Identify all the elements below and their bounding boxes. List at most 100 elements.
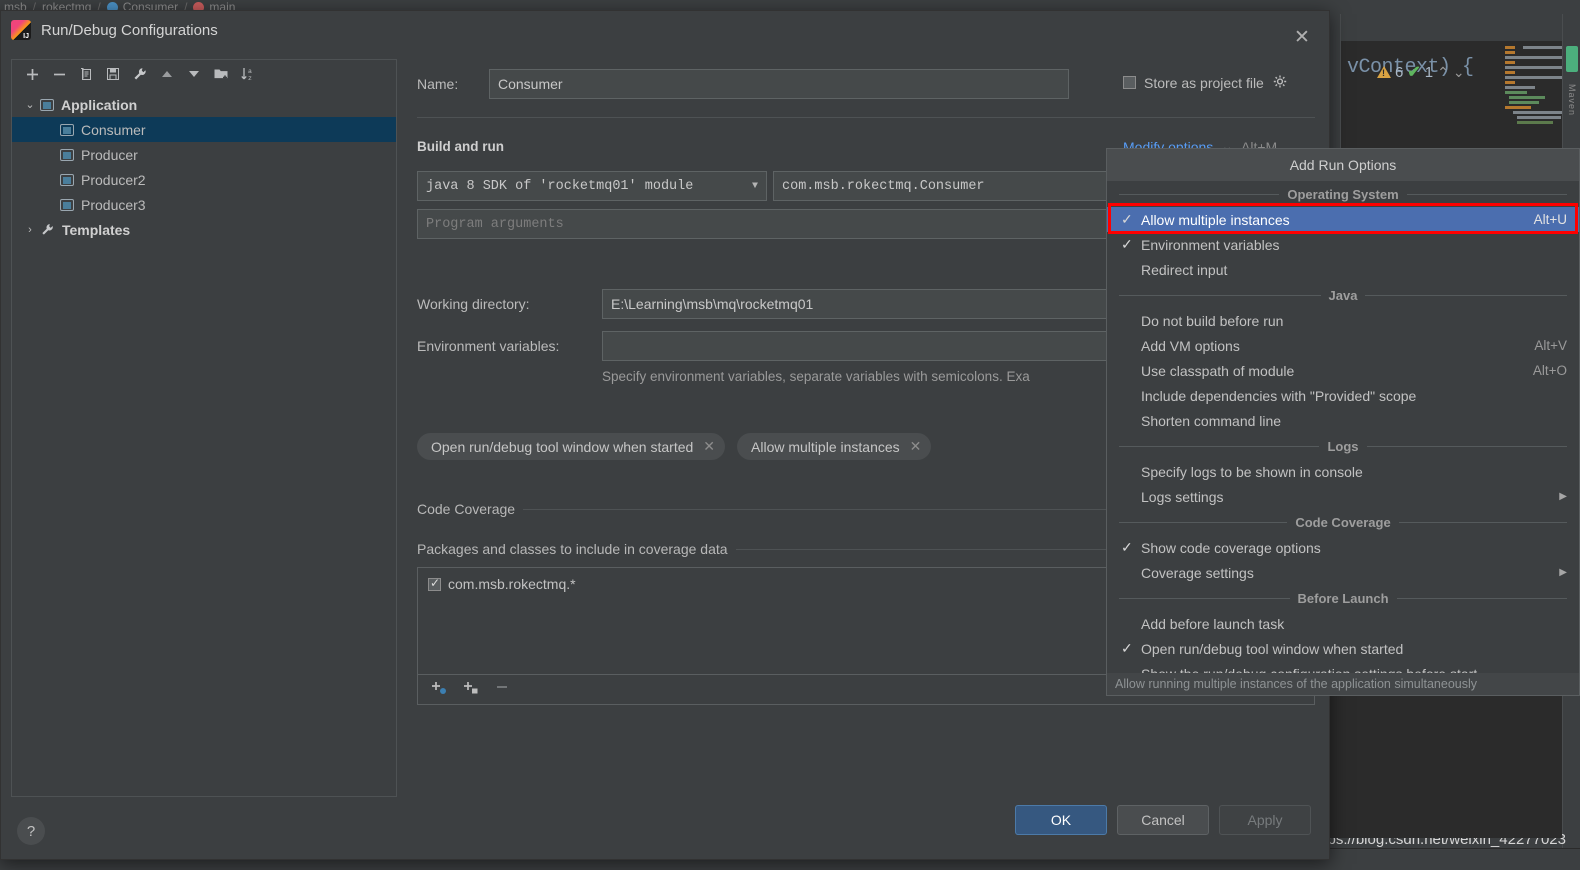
- check-icon: ✓: [1121, 236, 1133, 252]
- menu-item-include-provided-dependencies[interactable]: Include dependencies with "Provided" sco…: [1107, 383, 1579, 408]
- menu-group-label: Operating System: [1287, 186, 1399, 202]
- new-folder-button[interactable]: [209, 62, 233, 86]
- tree-label: Producer2: [81, 171, 146, 188]
- menu-item-coverage-settings[interactable]: Coverage settings ▶: [1107, 560, 1579, 585]
- move-up-button[interactable]: [155, 62, 179, 86]
- menu-item-label: Show code coverage options: [1141, 539, 1321, 556]
- menu-group-before-launch: Before Launch: [1107, 585, 1579, 611]
- menu-item-shorten-command-line[interactable]: Shorten command line: [1107, 408, 1579, 433]
- menu-item-specify-logs[interactable]: Specify logs to be shown in console: [1107, 459, 1579, 484]
- divider: [1398, 521, 1567, 523]
- chevron-up-icon[interactable]: ⌃: [1437, 64, 1449, 81]
- menu-item-show-code-coverage-options[interactable]: ✓ Show code coverage options: [1107, 535, 1579, 560]
- right-strip-label[interactable]: Maven: [1567, 84, 1577, 116]
- chevron-down-icon[interactable]: ⌄: [20, 98, 40, 111]
- close-icon[interactable]: ✕: [703, 438, 715, 455]
- tree-item-producer[interactable]: Producer: [12, 142, 396, 167]
- menu-item-shortcut: Alt+U: [1533, 212, 1567, 227]
- close-icon[interactable]: ✕: [1291, 27, 1313, 49]
- name-label: Name:: [417, 76, 459, 92]
- menu-item-open-tool-window-when-started[interactable]: ✓ Open run/debug tool window when starte…: [1107, 636, 1579, 661]
- menu-item-label: Add before launch task: [1141, 615, 1285, 632]
- chevron-right-icon[interactable]: ›: [20, 224, 40, 236]
- jre-selector[interactable]: java 8 SDK of 'rocketmq01' module ▼: [417, 171, 767, 201]
- menu-item-redirect-input[interactable]: Redirect input: [1107, 257, 1579, 282]
- save-configuration-button[interactable]: [101, 62, 125, 86]
- warning-icon: [1377, 66, 1391, 78]
- chip-open-tool-window[interactable]: Open run/debug tool window when started …: [417, 433, 726, 460]
- menu-item-label: Do not build before run: [1141, 312, 1284, 329]
- menu-item-logs-settings[interactable]: Logs settings ▶: [1107, 484, 1579, 509]
- chevron-down-icon[interactable]: ▼: [752, 181, 758, 192]
- menu-item-use-classpath-of-module[interactable]: Use classpath of module Alt+O: [1107, 358, 1579, 383]
- name-input[interactable]: Consumer: [489, 69, 1069, 99]
- tree-item-consumer[interactable]: Consumer: [12, 117, 396, 142]
- application-icon: [60, 173, 74, 186]
- svg-text:a: a: [248, 68, 252, 75]
- menu-item-do-not-build-before-run[interactable]: Do not build before run: [1107, 308, 1579, 333]
- add-class-button[interactable]: [430, 679, 448, 700]
- move-down-button[interactable]: [182, 62, 206, 86]
- copy-configuration-button[interactable]: [74, 62, 98, 86]
- packages-label: Packages and classes to include in cover…: [417, 541, 728, 557]
- menu-item-add-vm-options[interactable]: Add VM options Alt+V: [1107, 333, 1579, 358]
- menu-item-label: Coverage settings: [1141, 564, 1254, 581]
- application-icon: [60, 148, 74, 161]
- menu-item-environment-variables[interactable]: ✓ Environment variables: [1107, 232, 1579, 257]
- check-icon: ✓: [1121, 539, 1133, 555]
- configurations-tree: ⌄ Application Consumer Producer Producer…: [12, 88, 396, 242]
- run-indicator: [1566, 46, 1578, 72]
- menu-item-label: Specify logs to be shown in console: [1141, 463, 1363, 480]
- chevron-down-icon[interactable]: ⌄: [1453, 64, 1465, 81]
- wrench-icon[interactable]: [128, 62, 152, 86]
- pattern-checkbox[interactable]: [428, 576, 441, 591]
- configurations-toolbar: az: [12, 60, 396, 88]
- submenu-arrow-icon: ▶: [1559, 567, 1567, 578]
- tree-group-application[interactable]: ⌄ Application: [12, 92, 396, 117]
- menu-item-label: Environment variables: [1141, 236, 1280, 253]
- divider: [1119, 445, 1320, 447]
- sort-az-icon[interactable]: az: [236, 62, 260, 86]
- tree-group-templates[interactable]: › Templates: [12, 217, 396, 242]
- store-as-project-file-label: Store as project file: [1144, 74, 1264, 91]
- store-as-project-file-checkbox[interactable]: [1123, 76, 1136, 89]
- add-configuration-button[interactable]: [20, 62, 44, 86]
- dialog-footer: OK Cancel Apply: [1015, 805, 1311, 835]
- add-package-button[interactable]: [462, 679, 480, 700]
- divider: [1396, 597, 1568, 599]
- menu-group-logs: Logs: [1107, 433, 1579, 459]
- menu-item-label: Redirect input: [1141, 261, 1228, 278]
- menu-item-label: Use classpath of module: [1141, 362, 1295, 379]
- working-directory-label: Working directory:: [417, 296, 530, 312]
- submenu-arrow-icon: ▶: [1559, 491, 1567, 502]
- wrench-icon: [40, 222, 55, 238]
- modify-options-menu: Add Run Options Operating System ✓ Allow…: [1106, 148, 1580, 696]
- tree-item-producer2[interactable]: Producer2: [12, 167, 396, 192]
- tree-item-producer3[interactable]: Producer3: [12, 192, 396, 217]
- ok-button[interactable]: OK: [1015, 805, 1107, 835]
- tree-label: Templates: [62, 221, 131, 238]
- chip-label: Open run/debug tool window when started: [431, 438, 694, 455]
- inspection-widget[interactable]: 6 ✔ 1 ⌃ ⌄: [1377, 62, 1465, 82]
- application-icon: [60, 198, 74, 211]
- gear-icon[interactable]: [1272, 74, 1288, 91]
- remove-pattern-button: [494, 679, 510, 700]
- check-icon: ✓: [1121, 211, 1133, 227]
- application-icon: [60, 123, 74, 136]
- chip-label: Allow multiple instances: [751, 438, 900, 455]
- jre-value: java 8 SDK of 'rocketmq01' module: [426, 178, 694, 194]
- cancel-button[interactable]: Cancel: [1117, 805, 1209, 835]
- help-button[interactable]: ?: [17, 817, 45, 845]
- menu-item-add-before-launch-task[interactable]: Add before launch task: [1107, 611, 1579, 636]
- remove-configuration-button[interactable]: [47, 62, 71, 86]
- menu-item-allow-multiple-instances[interactable]: ✓ Allow multiple instances Alt+U: [1107, 207, 1579, 232]
- check-count: 1: [1424, 63, 1434, 81]
- menu-item-shortcut: Alt+O: [1532, 363, 1567, 378]
- divider: [1406, 193, 1568, 195]
- close-icon[interactable]: ✕: [910, 438, 922, 455]
- dialog-title-bar: Run/Debug Configurations: [1, 11, 1331, 49]
- menu-group-code-coverage: Code Coverage: [1107, 509, 1579, 535]
- menu-group-label: Java: [1328, 287, 1358, 303]
- chip-allow-multiple-instances[interactable]: Allow multiple instances ✕: [737, 433, 932, 460]
- menu-item-label: Add VM options: [1141, 337, 1240, 354]
